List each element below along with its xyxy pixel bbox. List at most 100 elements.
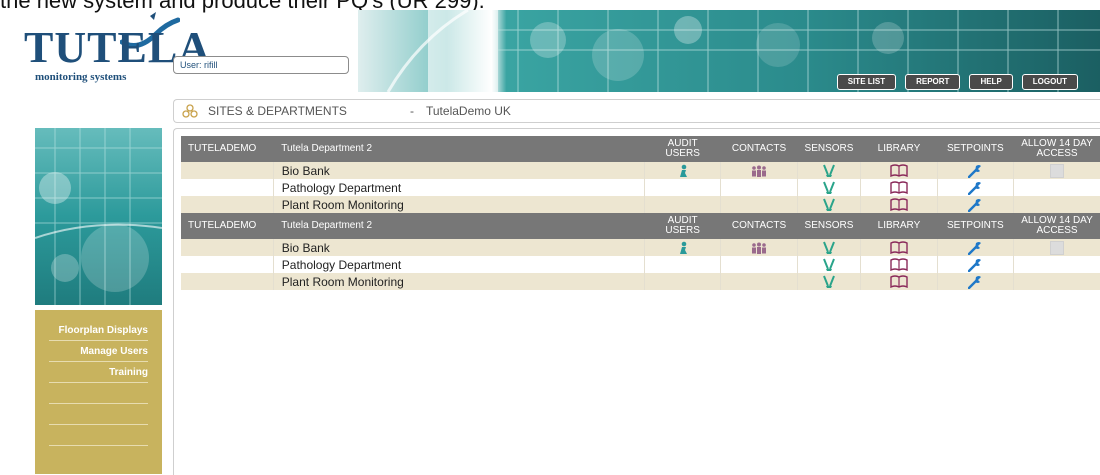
sensor-probe-icon[interactable] (822, 181, 836, 194)
sidebar-item-floorplan-displays[interactable]: Floorplan Displays (49, 320, 148, 341)
sensors-cell[interactable] (797, 273, 862, 290)
library-book-icon[interactable] (890, 258, 908, 271)
site-list-button[interactable]: SITE LIST (836, 74, 897, 90)
setpoints-cell[interactable] (937, 179, 1015, 196)
contacts-cell (720, 256, 798, 273)
library-book-icon[interactable] (890, 181, 908, 194)
setpoint-wrench-icon[interactable] (968, 181, 982, 195)
setpoints-cell[interactable] (937, 256, 1015, 273)
library-book-icon[interactable] (890, 275, 908, 288)
contacts-people-icon[interactable] (750, 164, 768, 177)
sensor-probe-icon[interactable] (822, 258, 836, 271)
sensor-probe-icon[interactable] (822, 241, 836, 254)
sensors-cell[interactable] (797, 256, 862, 273)
column-header-audit-users: AUDIT USERS (644, 213, 721, 239)
sensors-cell[interactable] (797, 196, 862, 213)
user-field[interactable]: User: rifill (173, 56, 349, 74)
header-banner: SITE LIST REPORT HELP LOGOUT (358, 10, 1100, 92)
column-header-contacts: CONTACTS (720, 136, 798, 162)
sensors-cell[interactable] (797, 239, 862, 256)
sidebar-empty-slot (49, 404, 148, 425)
breadcrumb-site[interactable]: TutelaDemo UK (426, 100, 511, 122)
org-cell (181, 273, 274, 290)
sensor-probe-icon[interactable] (822, 164, 836, 177)
sidebar-empty-slot (49, 383, 148, 404)
audit-users-cell (644, 256, 722, 273)
org-cell (181, 239, 274, 256)
audit-users-cell (644, 196, 722, 213)
setpoints-cell[interactable] (937, 239, 1015, 256)
sensors-cell[interactable] (797, 179, 862, 196)
column-header-org: TUTELADEMO (181, 213, 274, 239)
allow-access-cell[interactable] (1013, 239, 1100, 256)
allow-access-cell[interactable] (1013, 162, 1100, 179)
breadcrumb-title: SITES & DEPARTMENTS (208, 104, 347, 118)
breadcrumb: SITES & DEPARTMENTS - TutelaDemo UK (173, 99, 1100, 123)
contacts-cell (720, 196, 798, 213)
table-row: Pathology Department (181, 179, 1100, 196)
library-cell[interactable] (860, 256, 938, 273)
column-header-contacts: CONTACTS (720, 213, 798, 239)
contacts-cell (720, 273, 798, 290)
library-book-icon[interactable] (890, 241, 908, 254)
column-header-org: TUTELADEMO (181, 136, 274, 162)
contacts-cell[interactable] (720, 239, 798, 256)
table-row: Bio Bank (181, 239, 1100, 256)
report-button[interactable]: REPORT (905, 74, 961, 90)
setpoints-cell[interactable] (937, 162, 1015, 179)
department-name[interactable]: Bio Bank (273, 239, 645, 256)
library-cell[interactable] (860, 196, 938, 213)
setpoint-wrench-icon[interactable] (968, 198, 982, 212)
department-name[interactable]: Pathology Department (273, 179, 645, 196)
audit-users-cell (644, 273, 722, 290)
audit-users-cell[interactable] (644, 239, 722, 256)
table-header-row: TUTELADEMO Tutela Department 2 AUDIT USERS C… (181, 136, 1100, 162)
sidebar-item-training[interactable]: Training (49, 362, 148, 383)
department-name[interactable]: Plant Room Monitoring (273, 273, 645, 290)
sensor-probe-icon[interactable] (822, 198, 836, 211)
department-name[interactable]: Pathology Department (273, 256, 645, 273)
audit-users-cell[interactable] (644, 162, 722, 179)
setpoints-cell[interactable] (937, 196, 1015, 213)
department-name[interactable]: Bio Bank (273, 162, 645, 179)
table-row: Pathology Department (181, 256, 1100, 273)
setpoint-wrench-icon[interactable] (968, 241, 982, 255)
column-header-library: LIBRARY (860, 136, 938, 162)
setpoint-wrench-icon[interactable] (968, 258, 982, 272)
help-button[interactable]: HELP (969, 74, 1013, 90)
setpoints-cell[interactable] (937, 273, 1015, 290)
allow-access-cell (1013, 256, 1100, 273)
table-row: Bio Bank (181, 162, 1100, 179)
column-header-audit-users: AUDIT USERS (644, 136, 721, 162)
allow-access-checkbox[interactable] (1050, 163, 1064, 178)
column-header-setpoints: SETPOINTS (937, 136, 1014, 162)
tutela-logo: TUTELA monitoring systems (20, 12, 210, 83)
setpoint-wrench-icon[interactable] (968, 164, 982, 178)
sensor-probe-icon[interactable] (822, 275, 836, 288)
contacts-people-icon[interactable] (750, 241, 768, 254)
org-cell (181, 162, 274, 179)
breadcrumb-separator: - (410, 104, 414, 118)
department-name[interactable]: Plant Room Monitoring (273, 196, 645, 213)
library-cell[interactable] (860, 239, 938, 256)
contacts-cell[interactable] (720, 162, 798, 179)
library-cell[interactable] (860, 162, 938, 179)
sensors-cell[interactable] (797, 162, 862, 179)
column-header-sensors: SENSORS (797, 213, 861, 239)
allow-access-cell (1013, 273, 1100, 290)
allow-access-checkbox[interactable] (1050, 240, 1064, 255)
table-header-row: TUTELADEMO Tutela Department 2 AUDIT USERS C… (181, 213, 1100, 239)
audit-user-icon[interactable] (677, 241, 689, 254)
logout-button[interactable]: LOGOUT (1021, 74, 1078, 90)
audit-user-icon[interactable] (677, 164, 689, 177)
library-cell[interactable] (860, 179, 938, 196)
library-book-icon[interactable] (890, 198, 908, 211)
column-header-department: Tutela Department 2 (273, 136, 645, 162)
sidebar-item-manage-users[interactable]: Manage Users (49, 341, 148, 362)
column-header-allow-14-day-access: ALLOW 14 DAY ACCESS (1013, 213, 1100, 239)
setpoint-wrench-icon[interactable] (968, 275, 982, 289)
library-cell[interactable] (860, 273, 938, 290)
table-row: Plant Room Monitoring (181, 196, 1100, 213)
column-header-library: LIBRARY (860, 213, 938, 239)
library-book-icon[interactable] (890, 164, 908, 177)
